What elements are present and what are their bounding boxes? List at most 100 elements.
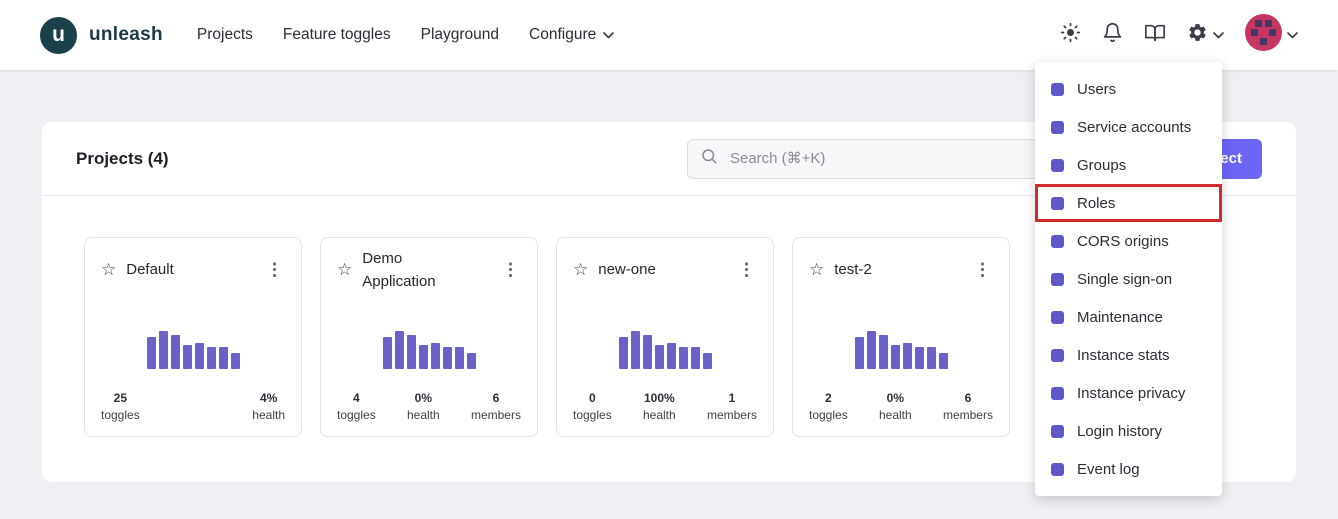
sun-icon — [1060, 22, 1081, 48]
menu-item-service-accounts[interactable]: Service accounts — [1035, 108, 1222, 146]
project-name: Demo Application — [362, 247, 474, 294]
chevron-down-icon — [603, 26, 614, 44]
notifications-button[interactable] — [1102, 22, 1123, 48]
stat-value: 4% — [252, 391, 285, 405]
project-card-header: ☆ Demo Application ⋮ — [337, 238, 521, 296]
kebab-menu-icon[interactable]: ⋮ — [736, 260, 757, 280]
menu-item-label: Groups — [1077, 157, 1126, 174]
project-activity-chart — [101, 296, 285, 391]
project-activity-chart — [809, 296, 993, 391]
stat-value: 0% — [407, 391, 440, 405]
menu-item-label: CORS origins — [1077, 233, 1169, 250]
menu-item-roles[interactable]: Roles — [1035, 184, 1222, 222]
stat-label: members — [707, 408, 757, 422]
project-card-header: ☆ Default ⋮ — [101, 238, 285, 296]
stat-members: 6 members — [471, 391, 521, 422]
stat-label: health — [252, 408, 285, 422]
star-icon[interactable]: ☆ — [337, 260, 352, 280]
menu-item-instance-privacy[interactable]: Instance privacy — [1035, 374, 1222, 412]
cors-origins-icon — [1051, 235, 1064, 248]
roles-icon — [1051, 197, 1064, 210]
stat-value: 1 — [707, 391, 757, 405]
stat-value: 2 — [809, 391, 848, 405]
stat-toggles: 25 toggles — [101, 391, 140, 422]
stat-value: 100% — [643, 391, 676, 405]
stat-label: health — [407, 408, 440, 422]
profile-button[interactable] — [1245, 14, 1298, 56]
project-activity-chart — [573, 296, 757, 391]
stat-label: health — [643, 408, 676, 422]
navbar-actions — [1060, 14, 1298, 56]
maintenance-icon — [1051, 311, 1064, 324]
project-card-default[interactable]: ☆ Default ⋮ 25 toggles 4% health — [84, 237, 302, 437]
menu-item-label: Maintenance — [1077, 309, 1163, 326]
menu-item-groups[interactable]: Groups — [1035, 146, 1222, 184]
page-title: Projects (4) — [76, 149, 169, 169]
instance-stats-icon — [1051, 349, 1064, 362]
menu-item-instance-stats[interactable]: Instance stats — [1035, 336, 1222, 374]
kebab-menu-icon[interactable]: ⋮ — [972, 260, 993, 280]
menu-item-login-history[interactable]: Login history — [1035, 412, 1222, 450]
menu-item-maintenance[interactable]: Maintenance — [1035, 298, 1222, 336]
docs-button[interactable] — [1144, 22, 1166, 49]
menu-item-label: Login history — [1077, 423, 1162, 440]
stat-health: 0% health — [879, 391, 912, 422]
stat-health: 0% health — [407, 391, 440, 422]
event-log-icon — [1051, 463, 1064, 476]
stat-value: 0% — [879, 391, 912, 405]
theme-toggle-button[interactable] — [1060, 22, 1081, 48]
nav-link-playground[interactable]: Playground — [421, 26, 499, 44]
settings-dropdown: Users Service accounts Groups Roles CORS… — [1035, 62, 1222, 496]
menu-item-label: Single sign-on — [1077, 271, 1172, 288]
project-card-header: ☆ new-one ⋮ — [573, 238, 757, 296]
nav-link-projects[interactable]: Projects — [197, 26, 253, 44]
groups-icon — [1051, 159, 1064, 172]
star-icon[interactable]: ☆ — [101, 260, 116, 280]
stat-label: health — [879, 408, 912, 422]
chevron-down-icon — [1287, 26, 1298, 44]
settings-button[interactable] — [1187, 22, 1224, 48]
stat-members: 6 members — [943, 391, 993, 422]
users-icon — [1051, 83, 1064, 96]
project-cards-row: ☆ Default ⋮ 25 toggles 4% health ☆ Demo … — [84, 237, 1010, 437]
project-name: Default — [126, 258, 174, 281]
search-icon — [700, 147, 718, 170]
star-icon[interactable]: ☆ — [809, 260, 824, 280]
stat-health: 100% health — [643, 391, 676, 422]
avatar — [1245, 14, 1282, 56]
star-icon[interactable]: ☆ — [573, 260, 588, 280]
nav-link-label: Projects — [197, 26, 253, 44]
menu-item-label: Service accounts — [1077, 119, 1191, 136]
project-card-header: ☆ test-2 ⋮ — [809, 238, 993, 296]
brand-text[interactable]: unleash — [89, 24, 163, 46]
chevron-down-icon — [1213, 26, 1224, 44]
menu-item-single-sign-on[interactable]: Single sign-on — [1035, 260, 1222, 298]
project-card-new-one[interactable]: ☆ new-one ⋮ 0 toggles 100% health 1 memb… — [556, 237, 774, 437]
stat-value: 0 — [573, 391, 612, 405]
nav-link-label: Configure — [529, 26, 596, 44]
unleash-logo[interactable]: u — [40, 17, 77, 54]
nav-link-feature-toggles[interactable]: Feature toggles — [283, 26, 391, 44]
menu-item-event-log[interactable]: Event log — [1035, 450, 1222, 488]
service-accounts-icon — [1051, 121, 1064, 134]
stat-toggles: 4 toggles — [337, 391, 376, 422]
menu-item-label: Users — [1077, 81, 1116, 98]
stat-label: toggles — [809, 408, 848, 422]
project-stats: 0 toggles 100% health 1 members — [573, 391, 757, 422]
menu-item-cors-origins[interactable]: CORS origins — [1035, 222, 1222, 260]
gear-icon — [1187, 22, 1208, 48]
stat-value: 4 — [337, 391, 376, 405]
project-stats: 2 toggles 0% health 6 members — [809, 391, 993, 422]
stat-label: members — [471, 408, 521, 422]
single-sign-on-icon — [1051, 273, 1064, 286]
stat-toggles: 0 toggles — [573, 391, 612, 422]
kebab-menu-icon[interactable]: ⋮ — [500, 260, 521, 280]
project-card-test-2[interactable]: ☆ test-2 ⋮ 2 toggles 0% health 6 members — [792, 237, 1010, 437]
project-card-demo-application[interactable]: ☆ Demo Application ⋮ 4 toggles 0% health… — [320, 237, 538, 437]
project-name: test-2 — [834, 258, 872, 281]
kebab-menu-icon[interactable]: ⋮ — [264, 260, 285, 280]
nav-link-configure[interactable]: Configure — [529, 26, 614, 44]
project-stats: 25 toggles 4% health — [101, 391, 285, 422]
menu-item-users[interactable]: Users — [1035, 70, 1222, 108]
stat-health: 4% health — [252, 391, 285, 422]
